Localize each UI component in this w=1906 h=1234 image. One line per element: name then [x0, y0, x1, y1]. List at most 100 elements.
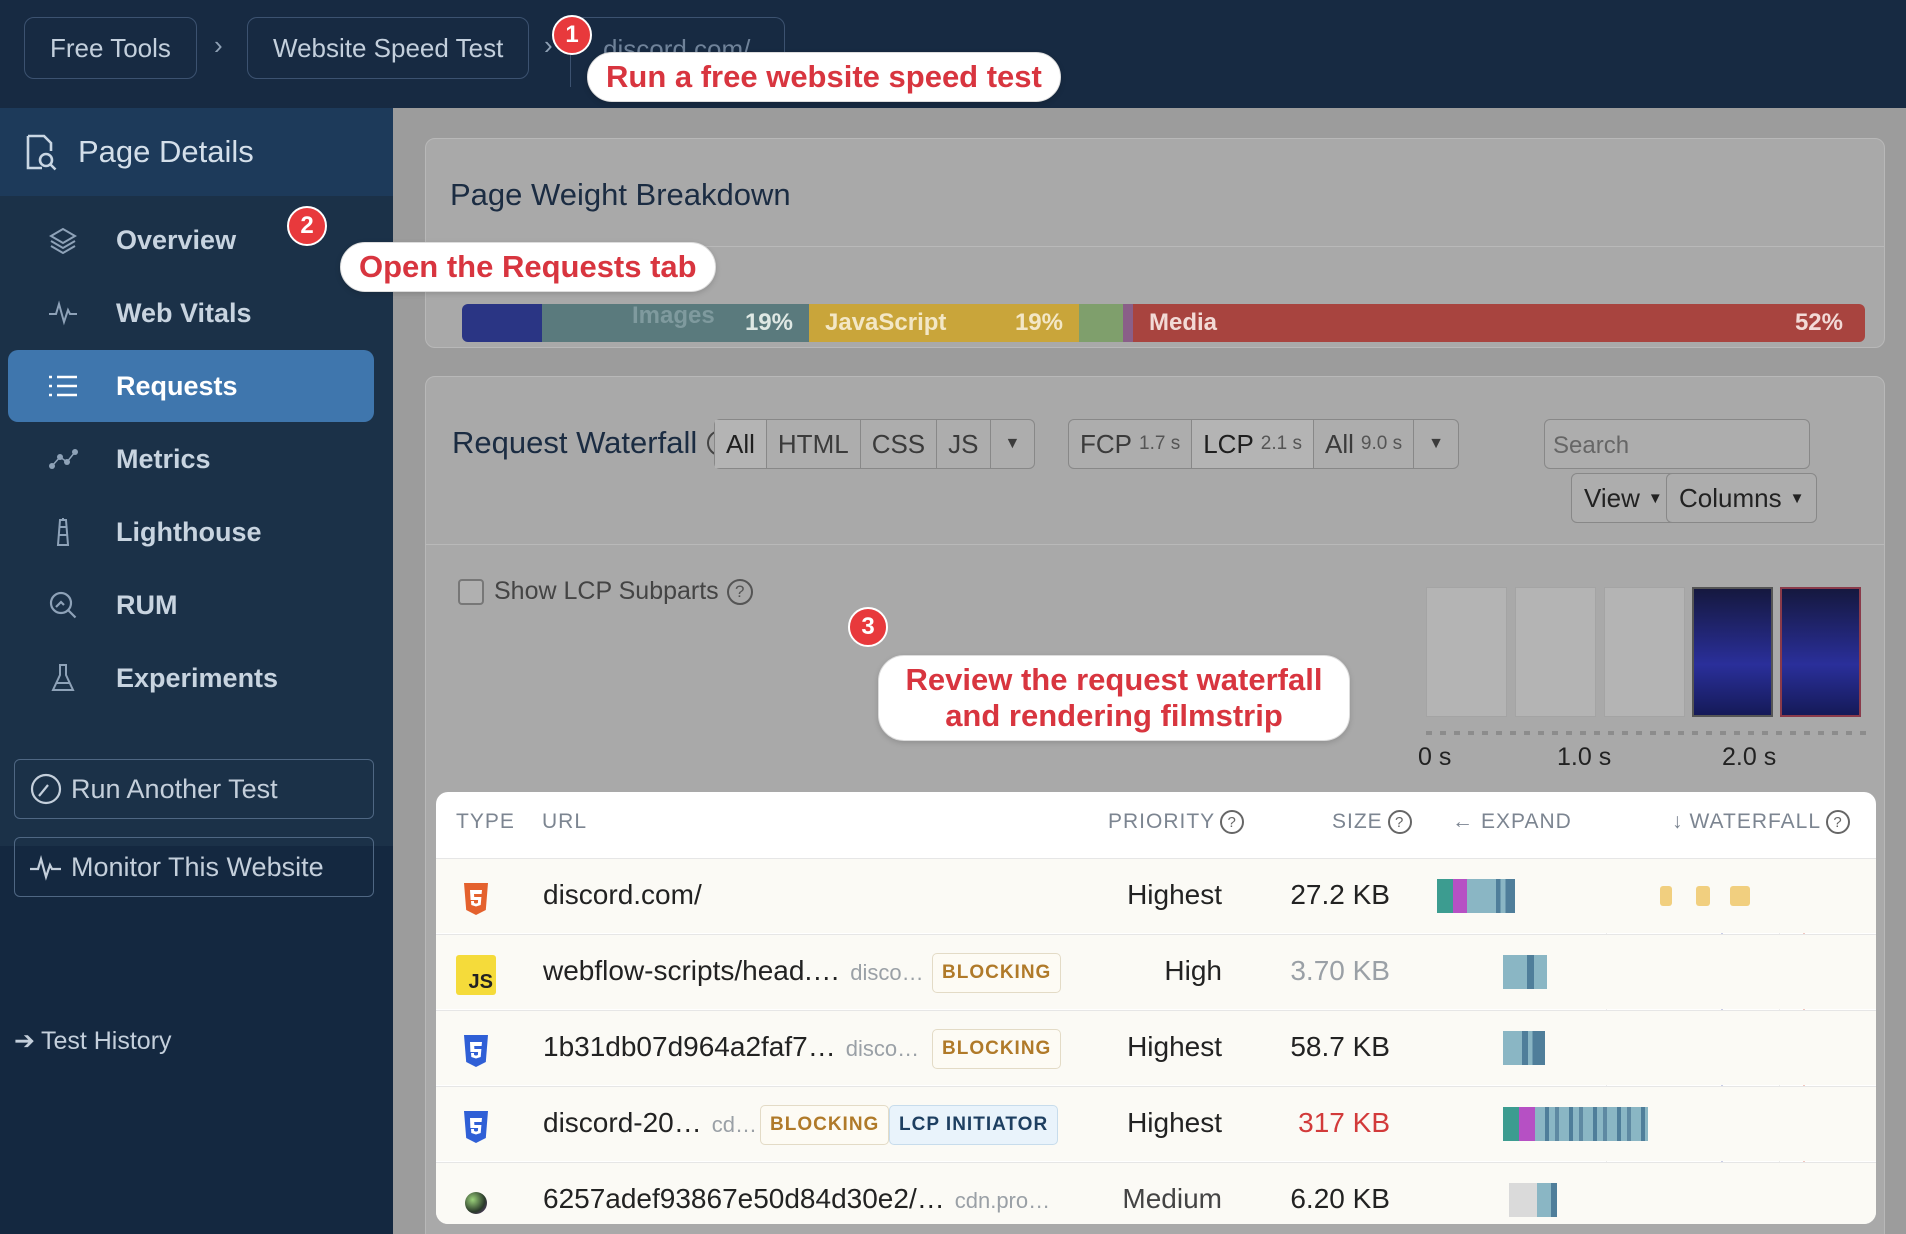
help-icon[interactable]: ? — [1826, 810, 1851, 834]
request-url-text: discord-20… — [543, 1107, 702, 1138]
request-size: 27.2 KB — [1290, 879, 1390, 910]
sidebar-title: Page Details — [78, 134, 254, 169]
weight-segment-pct: 19% — [1014, 309, 1063, 336]
milestone-time: 1.7 s — [1139, 433, 1181, 454]
waterfall-bar[interactable] — [1437, 879, 1515, 913]
request-size: 58.7 KB — [1290, 1031, 1390, 1062]
table-row[interactable]: JS webflow-scripts/head.… disco… BLOCKING… — [436, 934, 1876, 1009]
filter-css-button[interactable]: CSS — [861, 420, 938, 468]
sidebar-item-lighthouse[interactable]: Lighthouse — [8, 496, 374, 568]
request-priority: Highest — [1127, 1107, 1222, 1138]
col-waterfall-header[interactable]: ↓ WATERFALL? — [1672, 810, 1851, 834]
gauge-icon — [30, 773, 62, 805]
timeline-tick: 0 s — [1418, 743, 1452, 771]
weight-segment-media[interactable]: Media 52% — [1133, 304, 1865, 342]
filmstrip-frame[interactable] — [1604, 587, 1685, 717]
sidebar-item-label: Web Vitals — [116, 297, 252, 328]
help-icon[interactable]: ? — [1387, 810, 1412, 834]
waterfall-bar[interactable] — [1503, 955, 1547, 989]
sidebar-item-metrics[interactable]: Metrics — [8, 423, 374, 495]
breadcrumb-free-tools[interactable]: Free Tools — [24, 17, 197, 79]
request-size: 3.70 KB — [1290, 955, 1390, 986]
weight-segment-pct: 19% — [744, 309, 793, 336]
sidebar-item-rum[interactable]: RUM — [8, 569, 374, 641]
expand-toggle[interactable]: ← EXPAND — [1452, 810, 1572, 834]
request-url-text: webflow-scripts/head.… — [543, 955, 841, 986]
filmstrip-frame-lcp[interactable] — [1780, 587, 1861, 717]
request-waterfall-title-text: Request Waterfall — [452, 425, 698, 460]
sidebar-header: Page Details — [0, 108, 393, 196]
test-history-label: Test History — [40, 1026, 172, 1055]
help-icon[interactable]: ? — [726, 578, 753, 605]
weight-segment-images[interactable]: Images 19% — [542, 304, 809, 342]
milestone-more-dropdown[interactable]: ▼ — [1414, 420, 1458, 468]
milestone-fcp-button[interactable]: FCP 1.7 s — [1069, 420, 1193, 468]
filmstrip-frame[interactable] — [1426, 587, 1507, 717]
waterfall-bar[interactable] — [1503, 1031, 1545, 1065]
expand-label: EXPAND — [1481, 810, 1572, 833]
filmstrip-frame-rendered[interactable] — [1692, 587, 1773, 717]
table-row[interactable]: 1b31db07d964a2faf7… disco… BLOCKING Highe… — [436, 1010, 1876, 1085]
col-url-header[interactable]: URL — [542, 810, 587, 834]
table-row[interactable]: discord.com/ Highest 27.2 KB — [436, 858, 1876, 933]
annotation-number-badge: 2 — [287, 206, 327, 246]
filmstrip-timeline — [1426, 731, 1866, 735]
request-priority: Medium — [1122, 1183, 1222, 1214]
columns-dropdown[interactable]: Columns ▼ — [1666, 473, 1818, 523]
request-url: discord.com/ — [543, 879, 702, 911]
col-priority-header[interactable]: PRIORITY? — [1108, 810, 1245, 834]
html-file-icon — [456, 879, 496, 919]
sidebar-item-requests[interactable]: Requests — [8, 350, 374, 422]
waterfall-event-marker — [1660, 886, 1672, 906]
filter-html-button[interactable]: HTML — [767, 420, 861, 468]
run-another-test-button[interactable]: Run Another Test — [14, 759, 374, 819]
weight-segment-html — [462, 304, 542, 342]
filter-all-button[interactable]: All — [715, 420, 767, 468]
request-domain: disco… — [845, 1036, 920, 1061]
col-size-label: SIZE — [1332, 810, 1383, 833]
pulse-icon — [38, 299, 88, 327]
timeline-tick: 2.0 s — [1722, 743, 1777, 771]
page-search-icon — [26, 134, 57, 171]
search-input[interactable]: Search — [1544, 419, 1810, 469]
filter-js-button[interactable]: JS — [937, 420, 991, 468]
lcp-initiator-badge: LCP INITIATOR — [889, 1105, 1059, 1145]
waterfall-bar[interactable] — [1509, 1183, 1557, 1217]
annotation-callout: Run a free website speed test — [587, 52, 1061, 102]
lcp-subparts-checkbox[interactable] — [458, 578, 484, 605]
sidebar-item-web-vitals[interactable]: Web Vitals — [8, 277, 374, 349]
filter-more-dropdown[interactable]: ▼ — [991, 420, 1035, 468]
request-url: 6257adef93867e50d84d30e2/… cdn.pro… — [543, 1183, 1050, 1215]
sidebar: Page Details Overview Web Vitals Request… — [0, 108, 393, 1234]
filmstrip-frame[interactable] — [1515, 587, 1596, 717]
lcp-subparts-label: Show LCP Subparts — [494, 577, 719, 605]
milestone-time: 2.1 s — [1260, 433, 1302, 454]
breadcrumb-website-speed-test[interactable]: Website Speed Test — [247, 17, 530, 79]
milestone-label: LCP — [1203, 428, 1254, 459]
request-url-text: 1b31db07d964a2faf7… — [543, 1031, 836, 1062]
view-dropdown[interactable]: View ▼ — [1571, 473, 1676, 523]
request-domain: disco… — [850, 960, 924, 985]
waterfall-bar[interactable] — [1503, 1107, 1648, 1141]
scatter-icon — [38, 446, 88, 472]
col-type-header[interactable]: TYPE — [456, 810, 515, 834]
milestone-lcp-button[interactable]: LCP 2.1 s — [1192, 420, 1314, 468]
milestone-all-button[interactable]: All 9.0 s — [1314, 420, 1415, 468]
lcp-subparts-toggle[interactable]: Show LCP Subparts ? — [458, 577, 753, 606]
sidebar-item-experiments[interactable]: Experiments — [8, 642, 374, 714]
col-size-header[interactable]: SIZE? — [1332, 810, 1412, 834]
columns-dropdown-label: Columns — [1679, 482, 1782, 513]
help-icon[interactable]: ? — [1220, 810, 1245, 834]
request-waterfall-title: Request Waterfall ? — [452, 425, 734, 461]
table-row[interactable]: 6257adef93867e50d84d30e2/… cdn.pro… Mediu… — [436, 1162, 1876, 1224]
monitor-website-button[interactable]: Monitor This Website — [14, 837, 374, 897]
weight-segment-other — [1123, 304, 1133, 342]
table-row[interactable]: discord-20… cd… BLOCKING LCP INITIATOR Hi… — [436, 1086, 1876, 1161]
weight-segment-javascript[interactable]: JavaScript 19% — [809, 304, 1079, 342]
page-weight-bar: Images 19% JavaScript 19% Media 52% — [462, 304, 1865, 342]
request-url-text: 6257adef93867e50d84d30e2/… — [543, 1183, 945, 1214]
test-history-link[interactable]: ➔ Test History — [14, 1026, 172, 1056]
css-file-icon — [456, 1107, 496, 1147]
js-file-icon: JS — [456, 955, 496, 995]
milestone-label: FCP — [1080, 428, 1132, 459]
